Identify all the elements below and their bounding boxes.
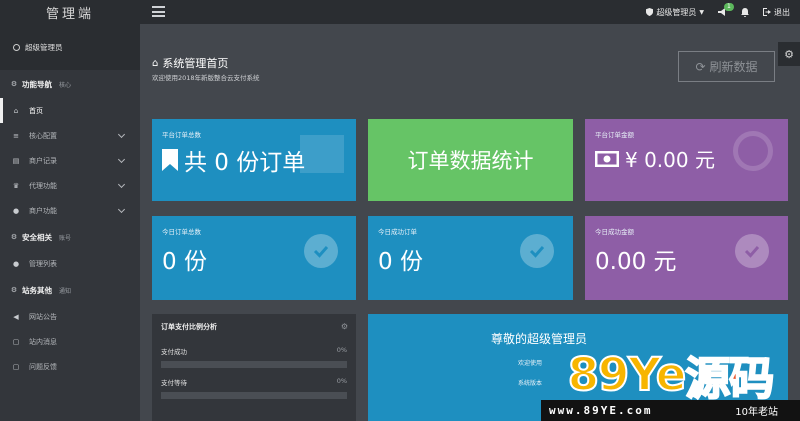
card-today-amount[interactable]: 今日成功金额 0.00 元	[585, 216, 788, 300]
logout-icon	[763, 8, 771, 16]
gear-icon: ⚙	[10, 233, 18, 241]
gear-icon: ⚙	[10, 80, 18, 88]
sidebar-item-merchant[interactable]: ● 商户功能	[0, 198, 140, 223]
list-icon: ▤	[12, 156, 20, 165]
feedback-icon: ▢	[12, 362, 20, 371]
check-circle-icon	[304, 234, 338, 268]
top-bar: 管理端 超级管理员 ▼ 1 退出	[0, 0, 800, 24]
sidebar-user-name: 超级管理员	[25, 42, 63, 52]
card-today-orders[interactable]: 今日订单总数 0 份	[152, 216, 356, 300]
sidebar-user[interactable]: 超级管理员	[0, 24, 140, 70]
globe-watermark-icon	[733, 131, 773, 171]
ratio-row-success: 支付成功 0%	[152, 346, 356, 368]
bell-icon	[741, 7, 749, 17]
progress-bar	[161, 392, 347, 399]
sidebar-item-merchant-records[interactable]: ▤ 商户记录	[0, 148, 140, 173]
shield-icon	[646, 8, 654, 16]
panel-title: 订单支付比例分析	[161, 323, 217, 331]
menu-toggle-icon[interactable]	[152, 6, 165, 17]
sidebar-item-messages[interactable]: ▢ 站内消息	[0, 329, 140, 354]
brand-title: 管理端	[45, 6, 94, 22]
bookmark-icon	[162, 149, 178, 171]
card-platform-orders[interactable]: 平台订单总数 共 0 份订单	[152, 119, 356, 201]
chevron-down-icon	[117, 205, 126, 214]
gear-icon: ⚙	[10, 286, 18, 294]
chevron-down-icon	[117, 180, 126, 189]
home-icon: ⌂	[13, 106, 19, 115]
sidebar-item-admin-list[interactable]: ● 管理列表	[0, 251, 140, 276]
settings-gear-icon[interactable]: ⚙	[778, 42, 800, 66]
sidebar-item-core-config[interactable]: ≡ 核心配置	[0, 123, 140, 148]
sidebar: 超级管理员 ⚙ 功能导航 核心 ⌂ 首页 ≡ 核心配置 ▤ 商户记录 ♛ 代理功…	[0, 24, 140, 421]
logout-label: 退出	[774, 7, 790, 17]
payment-ratio-panel: 订单支付比例分析 ⚙ 支付成功 0% 支付等待 0%	[152, 314, 356, 421]
caret-down-icon: ▼	[699, 8, 704, 16]
user-icon: ●	[12, 206, 20, 215]
watermark-slogan: 10年老站	[735, 407, 778, 418]
sidebar-section-security: ⚙ 安全相关 账号	[10, 232, 72, 242]
crown-icon: ♛	[12, 181, 20, 190]
progress-bar	[161, 361, 347, 368]
refresh-icon: ⟳	[695, 59, 706, 74]
sidebar-item-home[interactable]: ⌂ 首页	[0, 98, 140, 123]
site-watermark-logo: 89Ye 源码 www.89YE.com 10年老站	[541, 347, 800, 421]
status-ring-icon	[13, 43, 20, 51]
page-header: ⌂ 系统管理首页 欢迎使用2018年新版整合云支付系统 ⟳ 刷新数据	[140, 24, 780, 104]
page-subtitle: 欢迎使用2018年新版整合云支付系统	[152, 74, 260, 82]
welcome-title: 尊敬的超级管理员	[491, 332, 588, 346]
sidebar-item-agent[interactable]: ♛ 代理功能	[0, 173, 140, 198]
home-icon: ⌂	[152, 57, 159, 69]
card-platform-amount[interactable]: 平台订单金额 ¥ 0.00 元	[585, 119, 788, 201]
chevron-down-icon	[117, 155, 126, 164]
ratio-row-waiting: 支付等待 0%	[152, 377, 356, 399]
welcome-line: 欢迎使用	[518, 360, 543, 367]
card-today-success[interactable]: 今日成功订单 0 份	[368, 216, 573, 300]
sliders-icon: ≡	[13, 131, 19, 140]
page-title: ⌂ 系统管理首页	[152, 57, 229, 70]
notify-button[interactable]: 1	[718, 3, 734, 16]
sidebar-section-nav: ⚙ 功能导航 核心	[10, 79, 72, 89]
chevron-down-icon	[117, 130, 126, 139]
bullhorn-icon: ◀	[13, 312, 19, 321]
gear-icon[interactable]: ⚙	[341, 322, 348, 331]
bell-button[interactable]	[741, 7, 749, 17]
admin-label: 超级管理员	[656, 7, 697, 17]
welcome-line: 系统版本	[518, 380, 543, 387]
card-watermark-icon	[300, 135, 344, 173]
card-order-stats[interactable]: 订单数据统计	[368, 119, 573, 201]
top-right-menu: 超级管理员 ▼ 1 退出	[646, 0, 790, 24]
check-circle-icon	[735, 234, 769, 268]
refresh-button[interactable]: ⟳ 刷新数据	[678, 51, 775, 82]
user-icon: ●	[12, 259, 20, 268]
message-icon: ▢	[12, 337, 20, 346]
logout-button[interactable]: 退出	[763, 7, 790, 18]
watermark-url: www.89YE.com	[549, 404, 653, 417]
notify-badge: 1	[724, 3, 734, 11]
money-icon	[595, 150, 619, 167]
check-circle-icon	[520, 234, 554, 268]
sidebar-item-announcement[interactable]: ◀ 网站公告	[0, 304, 140, 329]
admin-dropdown[interactable]: 超级管理员 ▼	[646, 7, 704, 18]
sidebar-item-feedback[interactable]: ▢ 问题反馈	[0, 354, 140, 379]
sidebar-section-other: ⚙ 站务其他 通知	[10, 285, 72, 295]
